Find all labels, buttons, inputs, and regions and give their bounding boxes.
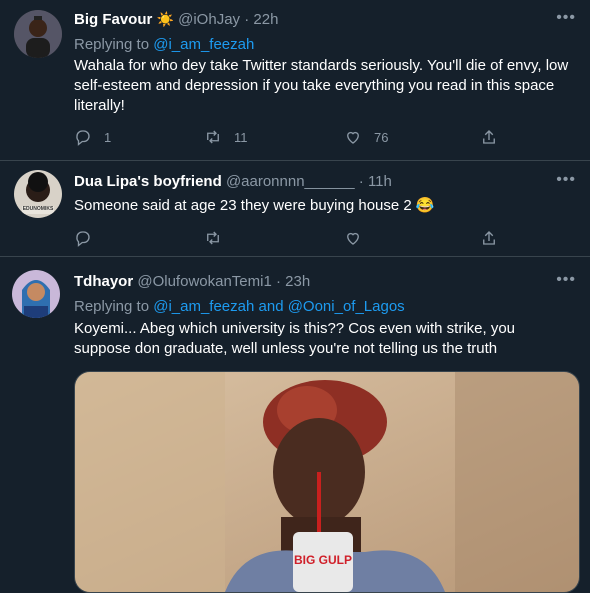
- reply-count: 1: [104, 129, 112, 145]
- like-button[interactable]: [344, 229, 362, 247]
- retweet-icon: [207, 231, 219, 245]
- sun-emoji-icon: ☀️: [156, 11, 174, 27]
- retweet-button[interactable]: [204, 229, 222, 247]
- reply-icon: [76, 231, 90, 247]
- separator: ·: [275, 273, 281, 290]
- display-name[interactable]: Big Favour: [74, 11, 152, 28]
- display-name[interactable]: Tdhayor: [74, 273, 133, 290]
- replying-to-label: Replying to: [74, 36, 150, 53]
- retweet-count: 11: [234, 129, 248, 145]
- tweet-media-image[interactable]: BIG GULP: [74, 371, 580, 593]
- share-icon: [483, 130, 495, 144]
- retweet-button[interactable]: 11: [204, 128, 248, 146]
- timestamp[interactable]: 11h: [368, 173, 392, 190]
- handle[interactable]: @aaronnnn______: [226, 173, 355, 190]
- tweet-big-favour[interactable]: Big Favour ☀️ @iOhJay · 22h ••• Replying…: [0, 0, 590, 161]
- more-icon[interactable]: •••: [556, 9, 576, 27]
- share-icon: [483, 231, 495, 245]
- tweet-text: Someone said at age 23 they were buying …: [74, 197, 435, 214]
- retweet-icon: [207, 130, 219, 144]
- like-icon: [347, 131, 359, 144]
- more-icon[interactable]: •••: [556, 171, 576, 189]
- like-button[interactable]: 76: [344, 128, 388, 146]
- like-count: 76: [374, 129, 389, 145]
- display-name[interactable]: Dua Lipa's boyfriend: [74, 173, 222, 190]
- cup-text: BIG GULP: [294, 553, 352, 567]
- avatar[interactable]: [12, 270, 60, 318]
- replying-to-label: Replying to: [74, 298, 150, 315]
- timestamp[interactable]: 22h: [253, 11, 278, 28]
- timestamp[interactable]: 23h: [285, 273, 310, 290]
- separator: ·: [358, 173, 364, 190]
- handle[interactable]: @iOhJay: [178, 11, 240, 28]
- tweet-text: Wahala for who dey take Twitter standard…: [74, 57, 569, 114]
- avatar[interactable]: [14, 10, 62, 58]
- share-button[interactable]: [480, 128, 498, 146]
- reply-icon: [76, 130, 90, 146]
- avatar-caption: EDUNOMIKS: [22, 206, 54, 212]
- avatar[interactable]: EDUNOMIKS: [14, 170, 62, 218]
- handle[interactable]: @OlufowokanTemi1: [137, 273, 271, 290]
- reply-button[interactable]: 1: [74, 128, 111, 146]
- share-button[interactable]: [480, 229, 498, 247]
- reply-button[interactable]: [74, 229, 92, 247]
- replying-to-link[interactable]: @i_am_feezah: [153, 36, 254, 53]
- tweet-tdhayor[interactable]: Tdhayor @OlufowokanTemi1 · 23h ••• Reply…: [0, 264, 590, 593]
- tweet-text: Koyemi... Abeg which university is this?…: [74, 320, 516, 357]
- replying-to-link[interactable]: @i_am_feezah and @Ooni_of_Lagos: [153, 298, 404, 315]
- gif-image: BIG GULP: [75, 372, 579, 592]
- tweet-dua-lipas-boyfriend[interactable]: EDUNOMIKS Dua Lipa's boyfriend @aaronnnn…: [0, 160, 590, 256]
- more-icon[interactable]: •••: [556, 271, 576, 289]
- separator: ·: [244, 11, 250, 28]
- like-icon: [347, 232, 359, 245]
